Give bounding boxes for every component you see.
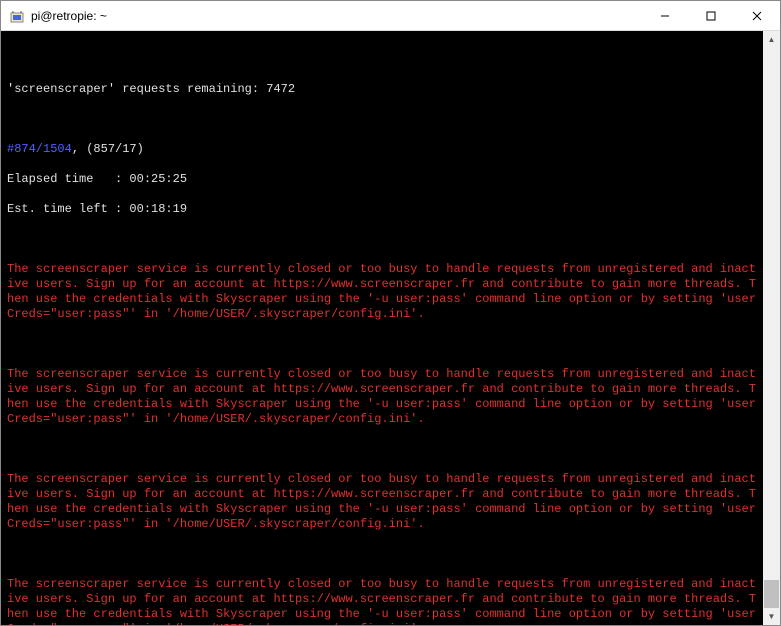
putty-icon <box>9 8 25 24</box>
progress-counter-sub: , (857/17) <box>72 142 144 156</box>
terminal-wrap: 'screenscraper' requests remaining: 7472… <box>1 31 780 625</box>
error-message: The screenscraper service is currently c… <box>7 472 756 531</box>
error-message: The screenscraper service is currently c… <box>7 367 756 426</box>
close-button[interactable] <box>734 1 780 30</box>
scroll-down-button[interactable]: ▼ <box>763 608 780 625</box>
progress-counter: #874/1504 <box>7 142 72 156</box>
error-message: The screenscraper service is currently c… <box>7 577 756 625</box>
est-time-left: Est. time left : 00:18:19 <box>7 202 187 216</box>
window-title: pi@retropie: ~ <box>31 9 642 23</box>
minimize-button[interactable] <box>642 1 688 30</box>
titlebar[interactable]: pi@retropie: ~ <box>1 1 780 31</box>
scroll-up-button[interactable]: ▲ <box>763 31 780 48</box>
elapsed-time: Elapsed time : 00:25:25 <box>7 172 187 186</box>
terminal[interactable]: 'screenscraper' requests remaining: 7472… <box>1 31 763 625</box>
maximize-button[interactable] <box>688 1 734 30</box>
requests-remaining: 'screenscraper' requests remaining: 7472 <box>7 82 295 96</box>
window-controls <box>642 1 780 30</box>
scrollbar[interactable]: ▲ ▼ <box>763 31 780 625</box>
putty-window: pi@retropie: ~ 'screenscraper' requests … <box>0 0 781 626</box>
error-message: The screenscraper service is currently c… <box>7 262 756 321</box>
scroll-thumb[interactable] <box>764 580 779 608</box>
